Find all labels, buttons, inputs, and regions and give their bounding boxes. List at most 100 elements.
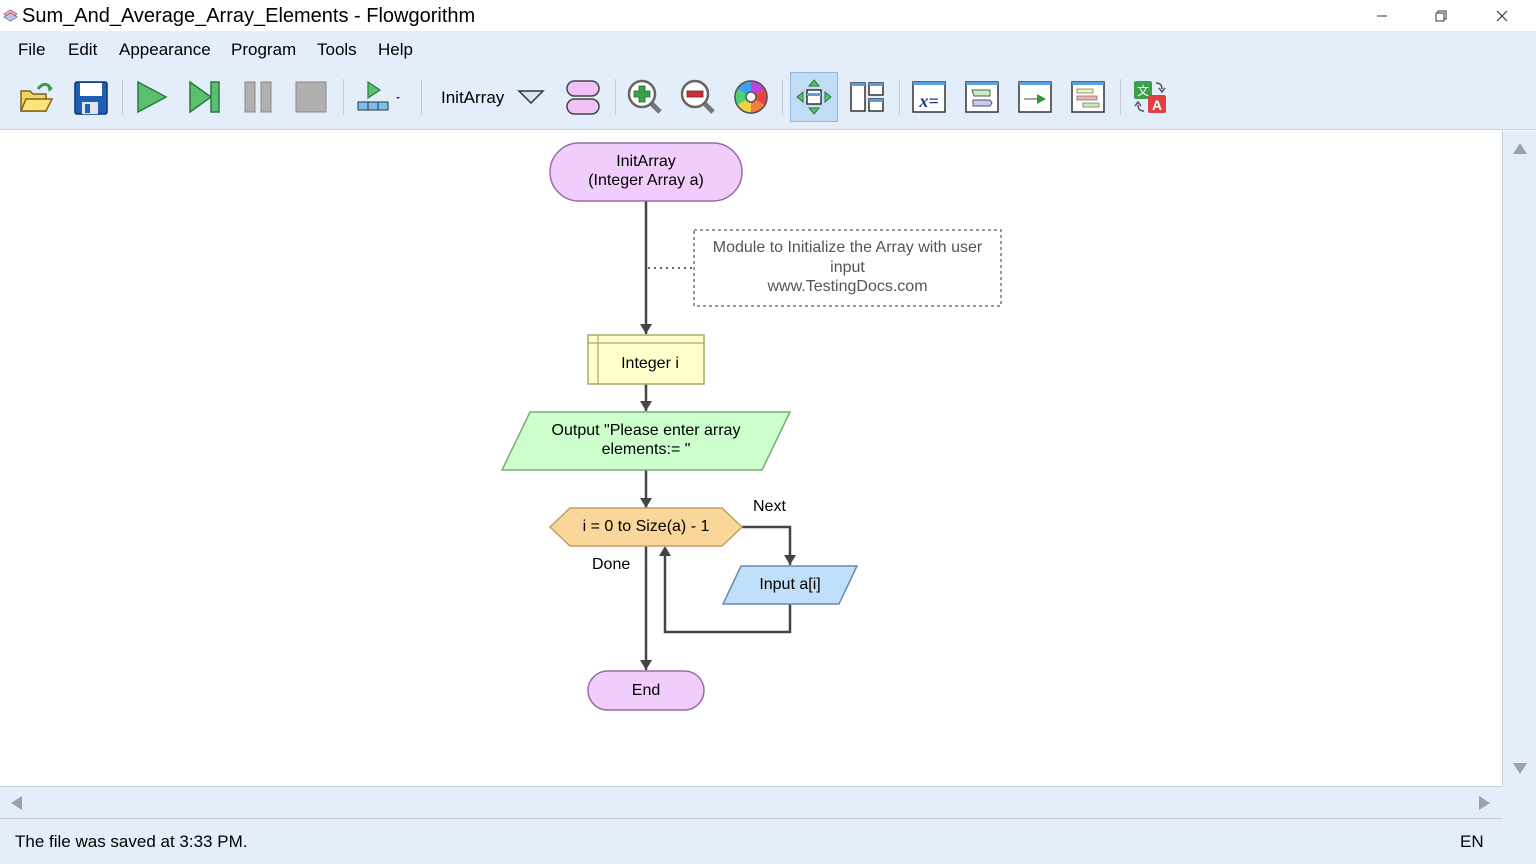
output-line1: Output "Please enter array xyxy=(551,422,741,439)
start-terminal: InitArray (Integer Array a) xyxy=(550,152,742,190)
minimize-icon xyxy=(1377,15,1387,16)
menu-help[interactable]: Help xyxy=(378,40,413,60)
svg-text:文: 文 xyxy=(1137,83,1149,98)
step-button[interactable] xyxy=(183,75,227,119)
arrowhead xyxy=(784,555,796,565)
comment-line3: www.TestingDocs.com xyxy=(767,278,928,295)
console-icon xyxy=(965,81,999,113)
scroll-down-icon[interactable] xyxy=(1512,762,1528,776)
toolbar-separator xyxy=(782,79,783,115)
zoom-in-icon xyxy=(627,79,662,114)
svg-text:A: A xyxy=(1152,97,1162,113)
toolbar-separator xyxy=(1120,79,1121,115)
code-icon xyxy=(1071,81,1105,113)
toolbar: InitArray x= 文 A xyxy=(0,67,1536,130)
svg-text:x=: x= xyxy=(918,91,938,111)
menu-file[interactable]: File xyxy=(18,40,45,60)
stop-icon xyxy=(295,81,327,113)
menu-bar: File Edit Appearance Program Tools Help xyxy=(0,31,1536,67)
menu-appearance[interactable]: Appearance xyxy=(119,40,211,60)
start-terminal-line1: InitArray xyxy=(616,153,676,170)
connector-loop-next xyxy=(742,525,792,565)
step-icon xyxy=(189,80,220,114)
scroll-left-icon[interactable] xyxy=(9,795,23,811)
open-folder-icon xyxy=(19,82,54,112)
scroll-right-icon[interactable] xyxy=(1478,795,1492,811)
arrowhead xyxy=(640,660,652,670)
toolbar-separator xyxy=(122,79,123,115)
run-speed-button[interactable] xyxy=(352,75,406,119)
menu-program[interactable]: Program xyxy=(231,40,296,60)
panels-icon xyxy=(850,82,884,112)
menu-tools[interactable]: Tools xyxy=(317,40,357,60)
toolbar-separator xyxy=(421,79,422,115)
color-wheel-icon xyxy=(734,80,768,114)
vertical-scrollbar[interactable] xyxy=(1502,131,1536,786)
comment-line2: input xyxy=(830,258,865,276)
status-bar: The file was saved at 3:33 PM. EN xyxy=(0,819,1536,864)
zoom-out-button[interactable] xyxy=(676,75,720,119)
menu-edit[interactable]: Edit xyxy=(68,40,97,60)
pause-button[interactable] xyxy=(236,75,280,119)
function-name-label[interactable]: InitArray xyxy=(441,88,504,108)
functions-icon xyxy=(566,80,600,115)
arrowhead xyxy=(640,498,652,508)
variable-watch-button[interactable]: x= xyxy=(907,75,951,119)
run-button[interactable] xyxy=(129,75,173,119)
manage-functions-button[interactable] xyxy=(561,75,605,119)
restore-icon xyxy=(1435,10,1447,21)
declare-text: Integer i xyxy=(621,355,679,372)
done-label: Done xyxy=(592,556,631,573)
toolbar-separator xyxy=(343,79,344,115)
arrowhead xyxy=(640,401,652,411)
toolbar-separator xyxy=(615,79,616,115)
close-button[interactable] xyxy=(1472,0,1532,31)
output-line2: elements:= " xyxy=(601,441,691,458)
window-title: Sum_And_Average_Array_Elements - Flowgor… xyxy=(22,5,476,27)
color-scheme-button[interactable] xyxy=(729,75,773,119)
save-button[interactable] xyxy=(68,75,112,119)
start-terminal-line2: (Integer Array a) xyxy=(588,172,704,189)
function-dropdown-button[interactable] xyxy=(509,75,553,119)
translate-button[interactable]: 文 A xyxy=(1128,75,1172,119)
layout-arrows-icon xyxy=(796,79,832,115)
console-button[interactable] xyxy=(960,75,1004,119)
pause-icon xyxy=(244,81,272,113)
output-arrow-icon xyxy=(1018,81,1052,113)
title-bar: Sum_And_Average_Array_Elements - Flowgor… xyxy=(0,0,1536,31)
zoom-in-button[interactable] xyxy=(623,75,667,119)
comment-box: Module to Initialize the Array with user… xyxy=(694,238,1001,297)
open-button[interactable] xyxy=(14,75,58,119)
input-text: Input a[i] xyxy=(759,576,821,593)
for-loop-text: i = 0 to Size(a) - 1 xyxy=(582,518,710,535)
scroll-up-icon[interactable] xyxy=(1512,141,1528,155)
arrowhead xyxy=(640,324,652,334)
translate-icon: 文 A xyxy=(1134,81,1166,113)
close-icon xyxy=(1496,10,1508,21)
output-button[interactable] xyxy=(1013,75,1057,119)
output-block: Output "Please enter array elements:= " xyxy=(502,421,790,459)
flowgorithm-logo-icon xyxy=(3,9,18,22)
language-indicator[interactable]: EN xyxy=(1460,832,1484,852)
speed-icon xyxy=(357,80,400,111)
source-code-button[interactable] xyxy=(1066,75,1110,119)
status-message: The file was saved at 3:33 PM. xyxy=(15,832,248,851)
scrollbar-corner xyxy=(1502,786,1536,819)
auto-layout-button[interactable] xyxy=(790,72,838,122)
flowchart-canvas[interactable]: InitArray (Integer Array a) Module to In… xyxy=(0,131,1502,786)
arrowhead xyxy=(659,546,671,556)
stop-button[interactable] xyxy=(289,75,333,119)
floppy-disk-icon xyxy=(74,81,108,115)
minimize-button[interactable] xyxy=(1352,0,1412,31)
toolbar-separator xyxy=(899,79,900,115)
zoom-out-icon xyxy=(680,79,715,114)
restore-button[interactable] xyxy=(1411,0,1471,31)
comment-line1: Module to Initialize the Array with user xyxy=(712,239,983,256)
triangle-down-icon xyxy=(517,90,545,105)
horizontal-scrollbar[interactable] xyxy=(0,786,1502,819)
variables-icon: x= xyxy=(912,81,946,113)
next-label: Next xyxy=(753,498,786,515)
end-terminal-text: End xyxy=(631,682,661,699)
panel-layout-button[interactable] xyxy=(845,75,889,119)
play-icon xyxy=(137,80,168,114)
